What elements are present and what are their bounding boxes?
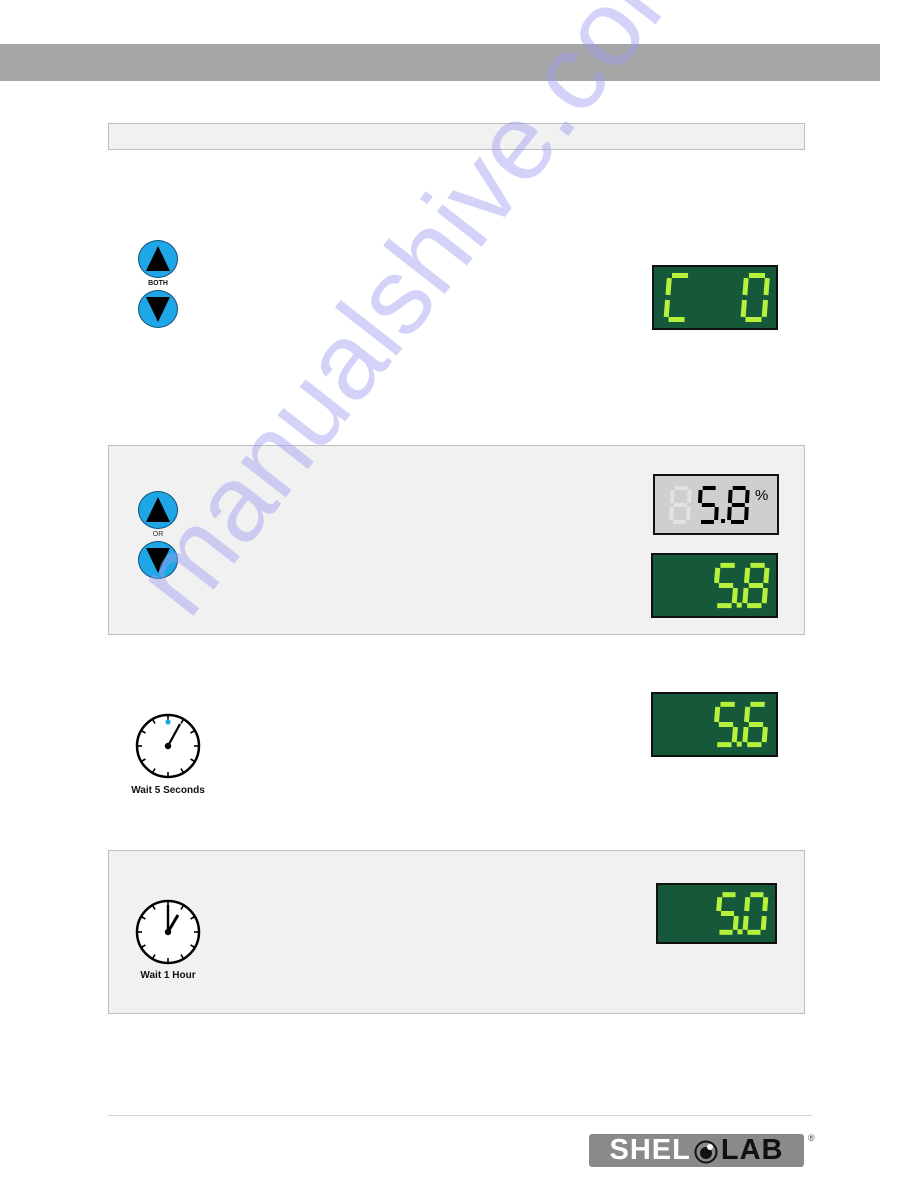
segment-c bbox=[761, 726, 768, 743]
both-buttons-group: BOTH bbox=[136, 240, 180, 328]
segment-e bbox=[742, 915, 749, 931]
timer-caption: Wait 5 Seconds bbox=[131, 785, 205, 796]
segment-e bbox=[742, 726, 749, 743]
registered-mark: ® bbox=[808, 1133, 815, 1143]
segment-f bbox=[744, 896, 751, 912]
clock-icon bbox=[135, 899, 201, 965]
triangle-down-icon bbox=[146, 297, 170, 322]
logo-text-shel: SHEL bbox=[609, 1134, 691, 1166]
wait-1-hour-timer: Wait 1 Hour bbox=[118, 899, 218, 981]
triangle-up-icon bbox=[146, 497, 170, 522]
led-display-c0 bbox=[652, 265, 778, 330]
segment-f bbox=[665, 277, 672, 296]
timer-caption: Wait 1 Hour bbox=[140, 970, 196, 981]
segment-c bbox=[761, 299, 769, 318]
buttons-connector-label: OR bbox=[152, 531, 164, 538]
triangle-down-icon bbox=[146, 548, 170, 573]
buttons-connector-label: BOTH bbox=[148, 280, 168, 287]
up-arrow-button[interactable] bbox=[138, 491, 178, 529]
led-display-segments bbox=[714, 701, 768, 748]
decimal-point bbox=[721, 519, 725, 523]
segment-f bbox=[714, 567, 721, 584]
footer-divider bbox=[108, 1115, 812, 1116]
segment-e bbox=[742, 587, 749, 604]
segment-f bbox=[743, 706, 751, 723]
segment-f bbox=[716, 896, 723, 912]
led-display-segments bbox=[714, 562, 770, 609]
logo-eye-icon bbox=[694, 1139, 718, 1163]
down-arrow-button[interactable] bbox=[138, 541, 178, 579]
lcd-display-percent: % bbox=[653, 474, 779, 535]
segment-c bbox=[731, 587, 738, 604]
or-buttons-group: OR bbox=[136, 491, 180, 579]
header-band bbox=[0, 44, 880, 81]
segment-f bbox=[742, 277, 749, 296]
segment-c bbox=[731, 726, 738, 743]
segment-b bbox=[762, 896, 769, 912]
shellab-logo: SHEL LAB bbox=[589, 1134, 804, 1167]
segment-e bbox=[663, 299, 671, 318]
stopwatch-icon bbox=[135, 713, 201, 779]
section-title-bar bbox=[108, 123, 805, 150]
down-arrow-button[interactable] bbox=[138, 290, 178, 328]
led-display-value bbox=[651, 553, 778, 618]
triangle-up-icon bbox=[146, 246, 170, 271]
segment-c bbox=[760, 915, 767, 931]
segment-e bbox=[740, 299, 747, 318]
segment-f bbox=[714, 706, 721, 723]
led-display-value bbox=[656, 883, 777, 944]
segment-b bbox=[763, 567, 770, 584]
segment-c bbox=[761, 587, 768, 604]
wait-5-seconds-timer: Wait 5 Seconds bbox=[118, 712, 218, 796]
segment-b bbox=[763, 277, 770, 296]
decimal-point bbox=[737, 929, 743, 935]
led-display-segments bbox=[663, 273, 770, 322]
decimal-point bbox=[736, 602, 742, 608]
decimal-point bbox=[736, 741, 742, 747]
segment-c bbox=[732, 915, 739, 931]
lcd-display-segments: % bbox=[669, 486, 768, 524]
up-arrow-button[interactable] bbox=[138, 240, 178, 278]
unit-label: % bbox=[755, 487, 768, 504]
led-display-segments bbox=[716, 892, 769, 935]
logo-text-lab: LAB bbox=[720, 1134, 784, 1166]
led-display-value bbox=[651, 692, 778, 757]
segment-f bbox=[743, 567, 751, 584]
